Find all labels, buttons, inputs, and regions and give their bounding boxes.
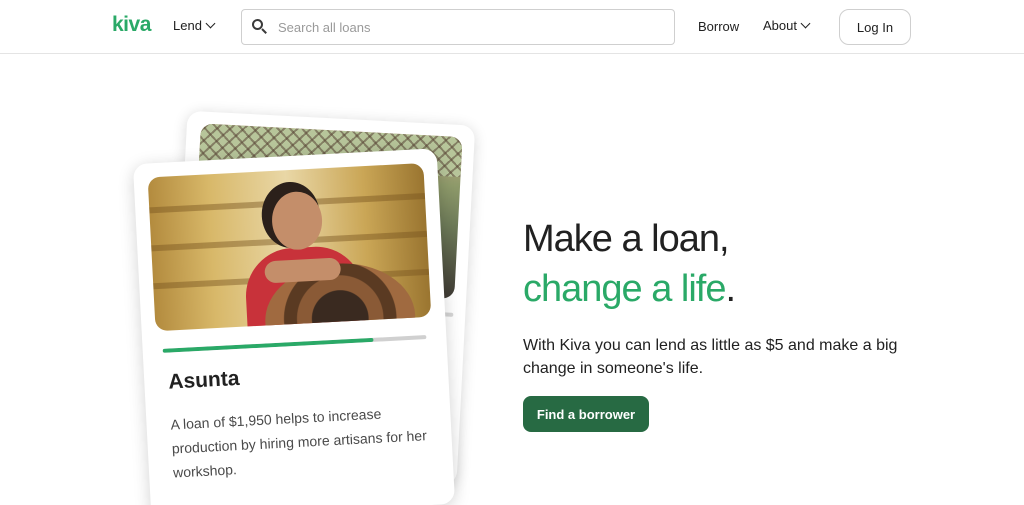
nav-about-label: About <box>763 18 797 33</box>
chevron-down-icon <box>800 18 811 29</box>
loan-progress-bar <box>162 335 427 353</box>
loan-card[interactable]: Asunta A loan of $1,950 helps to increas… <box>132 148 456 505</box>
nav-borrow-link[interactable]: Borrow <box>698 19 739 34</box>
hero-headline-period: . <box>725 268 737 310</box>
hero-headline-highlight: change a life <box>523 268 726 310</box>
login-button[interactable]: Log In <box>839 9 911 45</box>
borrower-name: Asunta <box>167 366 241 394</box>
hero-headline-line1: Make a loan, <box>523 218 730 260</box>
find-borrower-button[interactable]: Find a borrower <box>523 396 649 432</box>
top-nav-bar: kiva Lend Borrow About Log In <box>0 0 1024 54</box>
kiva-logo[interactable]: kiva <box>112 13 151 37</box>
loan-description: A loan of $1,950 helps to increase produ… <box>170 405 428 481</box>
loan-progress-fill <box>162 337 374 353</box>
nav-lend-menu[interactable]: Lend <box>173 18 216 33</box>
borrower-photo <box>147 163 432 332</box>
nav-about-menu[interactable]: About <box>763 18 811 33</box>
chevron-down-icon <box>205 18 216 29</box>
hero-subtitle: With Kiva you can lend as little as $5 a… <box>523 337 898 377</box>
hero-headline-line2: change a life. <box>523 268 737 311</box>
search-icon <box>252 19 268 35</box>
nav-lend-label: Lend <box>173 18 202 33</box>
search-input[interactable] <box>278 19 658 35</box>
search-bar[interactable] <box>241 9 675 45</box>
